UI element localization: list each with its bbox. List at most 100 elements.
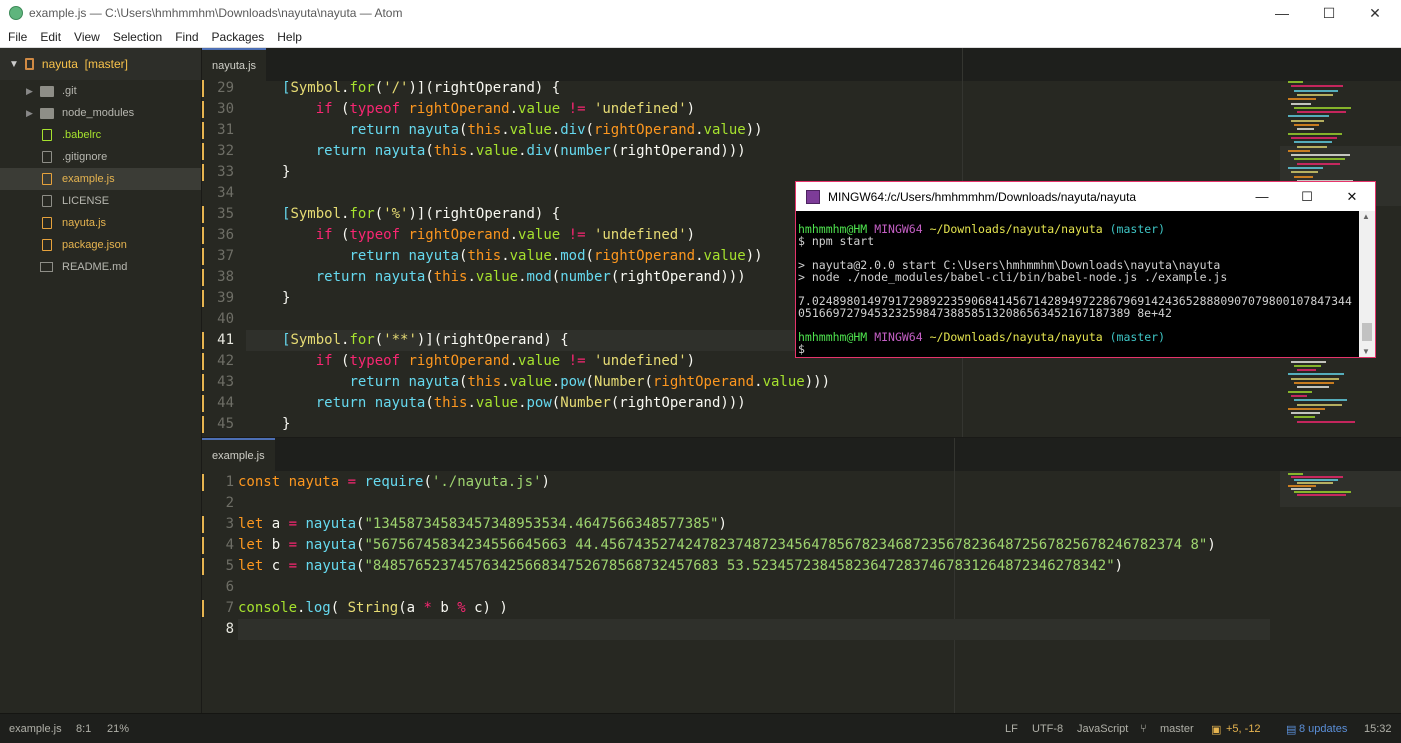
terminal-maximize-button[interactable]: ☐ <box>1284 182 1330 211</box>
minimap-line <box>1294 124 1319 126</box>
terminal-scrollbar[interactable]: ▲ ▼ <box>1359 211 1375 357</box>
line-number[interactable]: 4 <box>202 535 234 556</box>
status-selection-percent: 21% <box>107 723 130 735</box>
maximize-button[interactable]: ☐ <box>1306 0 1352 26</box>
window-title: example.js — C:\Users\hmhmmhm\Downloads\… <box>29 6 403 20</box>
tree-item-label: .gitignore <box>62 151 108 163</box>
minimap-line <box>1294 175 1313 178</box>
line-number[interactable]: 2 <box>202 493 234 514</box>
line-number[interactable]: 3 <box>202 514 234 535</box>
minimize-button[interactable]: — <box>1259 0 1305 26</box>
code-example-js[interactable]: const nayuta = require('./nayuta.js') le… <box>238 472 1216 619</box>
line-number[interactable]: 8 <box>202 619 234 640</box>
status-encoding[interactable]: UTF-8 <box>1032 723 1063 735</box>
minimap-line <box>1294 399 1347 402</box>
line-number[interactable]: 34 <box>202 183 234 204</box>
status-grammar[interactable]: JavaScript <box>1077 723 1128 735</box>
line-number[interactable]: 32 <box>202 141 234 162</box>
menu-find[interactable]: Find <box>170 30 203 44</box>
line-number[interactable]: 1 <box>202 472 234 493</box>
file-icon <box>42 239 52 251</box>
line-number[interactable]: 45 <box>202 414 234 435</box>
status-updates[interactable]: 8 updates <box>1299 723 1347 735</box>
line-number[interactable]: 5 <box>202 556 234 577</box>
minimap-line <box>1297 403 1342 406</box>
tree-item-babelrc[interactable]: .babelrc <box>0 124 201 146</box>
minimap-line <box>1297 420 1355 423</box>
code-nayuta-js[interactable]: [Symbol.for('/')](rightOperand) { if (ty… <box>282 78 830 435</box>
minimap-bottom[interactable] <box>1280 471 1401 713</box>
terminal-minimize-button[interactable]: — <box>1239 182 1285 211</box>
tree-item-nayuta-js[interactable]: nayuta.js <box>0 212 201 234</box>
status-git-branch[interactable]: master <box>1160 723 1194 735</box>
minimap-line <box>1288 115 1329 118</box>
terminal-close-button[interactable]: ✕ <box>1329 182 1375 211</box>
terminal-command: $ npm start <box>798 234 875 248</box>
terminal-output-line: > node ./node_modules/babel-cli/bin/babe… <box>798 270 1228 284</box>
scrollbar-thumb[interactable] <box>1362 323 1372 341</box>
tree-item-package-json[interactable]: package.json <box>0 234 201 256</box>
line-number[interactable]: 36 <box>202 225 234 246</box>
tab-nayuta-js[interactable]: nayuta.js <box>202 48 267 81</box>
menu-selection[interactable]: Selection <box>108 30 167 44</box>
file-icon <box>42 151 52 163</box>
tree-item-label: .babelrc <box>62 129 102 141</box>
tree-item-readme[interactable]: README.md <box>0 256 201 278</box>
terminal-prompt: $ <box>798 342 805 356</box>
cursor-line-highlight <box>238 619 1270 640</box>
project-name: nayuta <box>41 57 78 71</box>
line-number[interactable]: 7 <box>202 598 234 619</box>
tree-item-gitignore[interactable]: .gitignore <box>0 146 201 168</box>
menu-file[interactable]: File <box>3 30 32 44</box>
prompt-branch: (master) <box>1109 222 1166 236</box>
menu-packages[interactable]: Packages <box>207 30 270 44</box>
line-number[interactable]: 33 <box>202 162 234 183</box>
chevron-right-icon: ▶ <box>26 85 33 96</box>
status-file-path[interactable]: example.js <box>9 723 62 735</box>
editor-pane-bottom[interactable]: example.js 12345678 const nayuta = requi… <box>202 437 1401 713</box>
menu-help[interactable]: Help <box>272 30 307 44</box>
line-number[interactable]: 31 <box>202 120 234 141</box>
tree-item-label: README.md <box>62 261 128 273</box>
terminal-titlebar: MINGW64:/c/Users/hmhmmhm/Downloads/nayut… <box>796 182 1375 211</box>
menu-edit[interactable]: Edit <box>35 30 66 44</box>
line-number[interactable]: 41 <box>202 330 234 351</box>
line-number[interactable]: 29 <box>202 78 234 99</box>
minimap-line <box>1291 412 1320 415</box>
tree-item-example-js[interactable]: example.js <box>0 168 201 190</box>
line-number[interactable]: 43 <box>202 372 234 393</box>
line-number[interactable]: 37 <box>202 246 234 267</box>
tree-root-project[interactable]: ▼ nayuta [master] <box>0 48 201 80</box>
status-line-ending[interactable]: LF <box>1005 723 1018 735</box>
line-number[interactable]: 38 <box>202 267 234 288</box>
atom-app-icon <box>9 6 23 20</box>
minimap-line <box>1288 473 1303 475</box>
line-number[interactable]: 39 <box>202 288 234 309</box>
line-number[interactable]: 44 <box>202 393 234 414</box>
terminal-output[interactable]: hmhmmhm@HM MINGW64 ~/Downloads/nayuta/na… <box>798 223 1358 355</box>
prompt-user: hmhmmhm@HM <box>798 330 868 344</box>
line-number[interactable]: 40 <box>202 309 234 330</box>
tree-item-label: package.json <box>62 239 127 251</box>
minimap-line <box>1291 394 1307 397</box>
minimap-line <box>1291 136 1337 139</box>
minimap-line <box>1294 106 1351 109</box>
scroll-up-icon[interactable]: ▲ <box>1362 212 1370 221</box>
window-titlebar: example.js — C:\Users\hmhmmhm\Downloads\… <box>0 0 1401 26</box>
status-cursor-position[interactable]: 8:1 <box>76 723 91 735</box>
menu-view[interactable]: View <box>69 30 105 44</box>
minimap-line <box>1294 89 1338 92</box>
terminal-window[interactable]: MINGW64:/c/Users/hmhmmhm/Downloads/nayut… <box>795 181 1376 358</box>
line-number[interactable]: 42 <box>202 351 234 372</box>
line-number[interactable]: 30 <box>202 99 234 120</box>
folder-icon <box>40 107 54 119</box>
scroll-down-icon[interactable]: ▼ <box>1362 347 1370 356</box>
tree-item-license[interactable]: LICENSE <box>0 190 201 212</box>
tree-item-node-modules[interactable]: ▶ node_modules <box>0 102 201 124</box>
tab-example-js[interactable]: example.js <box>202 438 275 471</box>
line-number[interactable]: 6 <box>202 577 234 598</box>
status-git-diff[interactable]: +5, -12 <box>1226 723 1261 735</box>
close-button[interactable]: ✕ <box>1352 0 1398 26</box>
line-number[interactable]: 35 <box>202 204 234 225</box>
tree-item-git[interactable]: ▶ .git <box>0 80 201 102</box>
